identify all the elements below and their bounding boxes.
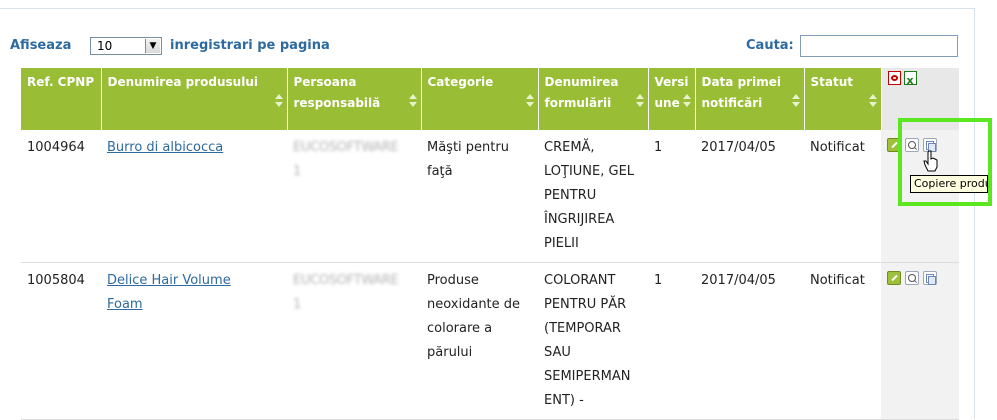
- cell-product: Delice Hair Volume Foam: [101, 262, 287, 420]
- page-size-value: 10: [97, 39, 113, 53]
- cell-actions: [881, 262, 959, 420]
- show-label: Afiseaza: [10, 38, 72, 53]
- sort-icon: [525, 94, 534, 108]
- column-header-product[interactable]: Denumirea produsului: [101, 68, 288, 130]
- cell-formulation: COLORANT PENTRU PĂR (TEMPORAR SAU SEMIPERMAN…: [538, 262, 648, 420]
- column-header-formulation[interactable]: Denumirea formulării: [538, 68, 649, 130]
- cell-category: Produse neoxidante de colorare a părului: [421, 262, 538, 420]
- page-size-select[interactable]: 10 ▼: [90, 37, 162, 55]
- header-row: Ref. CPNP Denumirea produsului Persoana r…: [21, 68, 959, 130]
- pdf-export-icon[interactable]: [887, 71, 901, 85]
- product-link[interactable]: Delice Hair Volume Foam: [107, 273, 231, 312]
- table-controls: Afiseaza 10 ▼ inregistrari pe pagina Cau…: [10, 35, 958, 57]
- column-header-date[interactable]: Data primei notificări: [695, 68, 805, 130]
- product-link[interactable]: Burro di albicocca: [107, 140, 223, 155]
- cell-person: EUCOSOFTWARE 1: [287, 262, 421, 420]
- cell-version: 1: [648, 130, 695, 263]
- sort-icon: [791, 94, 800, 108]
- copy-icon[interactable]: [923, 271, 937, 285]
- sort-icon: [408, 94, 417, 108]
- sort-icon: [868, 94, 877, 108]
- cell-product: Burro di albicocca: [101, 130, 287, 263]
- view-icon[interactable]: [905, 271, 919, 285]
- products-table: Ref. CPNP Denumirea produsului Persoana r…: [21, 68, 959, 420]
- cell-formulation: CREMĂ, LOŢIUNE, GEL PENTRU ÎNGRIJIREA PIELII: [538, 130, 648, 263]
- search-label: Cauta:: [746, 38, 794, 53]
- sort-icon: [682, 94, 691, 108]
- cell-status: Notificat: [804, 130, 881, 263]
- table-row: 1005804 Delice Hair Volume Foam EUCOSOFTW…: [21, 262, 959, 420]
- excel-export-icon[interactable]: [903, 70, 917, 91]
- table-row: 1004964 Burro di albicocca EUCOSOFTWARE 1…: [21, 130, 959, 263]
- cell-version: 1: [648, 262, 695, 420]
- sort-icon: [635, 94, 644, 108]
- cell-date: 2017/04/05: [695, 262, 804, 420]
- sort-icon: [274, 94, 283, 108]
- column-header-status[interactable]: Statut: [804, 68, 882, 130]
- column-header-version[interactable]: Versi une: [648, 68, 696, 130]
- cell-status: Notificat: [804, 262, 881, 420]
- chevron-down-icon[interactable]: ▼: [145, 39, 160, 53]
- cell-date: 2017/04/05: [695, 130, 804, 263]
- column-header-ref[interactable]: Ref. CPNP: [21, 68, 102, 130]
- cell-category: Măşti pentru faţă: [421, 130, 538, 263]
- hand-cursor-icon: [923, 150, 938, 172]
- column-header-person[interactable]: Persoana responsabilă: [287, 68, 422, 130]
- search-input[interactable]: [800, 35, 958, 57]
- column-header-category[interactable]: Categorie: [421, 68, 539, 130]
- cell-ref: 1004964: [21, 130, 101, 263]
- cell-person: EUCOSOFTWARE 1: [287, 130, 421, 263]
- cell-ref: 1005804: [21, 262, 101, 420]
- copy-tooltip: Copiere produs: [910, 175, 988, 193]
- edit-icon[interactable]: [887, 271, 901, 285]
- per-page-label: inregistrari pe pagina: [170, 38, 330, 53]
